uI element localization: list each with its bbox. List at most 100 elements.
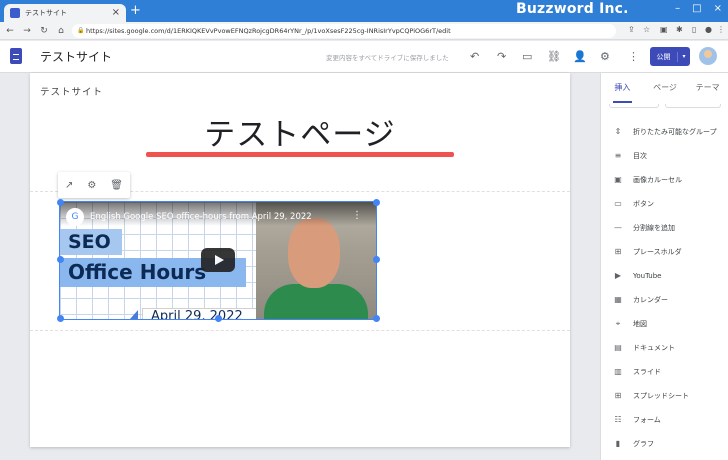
page-title[interactable]: テストページ xyxy=(30,109,570,154)
insert-item[interactable]: ▶ YouTube xyxy=(601,264,728,288)
minimize-button[interactable]: – xyxy=(675,3,680,14)
undo-icon[interactable]: ↶ xyxy=(470,50,479,63)
resize-handle-bm[interactable] xyxy=(215,315,222,322)
publish-label: 公開 xyxy=(650,51,678,62)
insert-item-label: 折りたたみ可能なグループ xyxy=(633,128,717,136)
insert-item-label: YouTube xyxy=(633,272,662,280)
insert-item-label: カレンダー xyxy=(633,296,668,304)
side-panel: 挿入 ページ テーマ ⇕ 折りたたみ可能なグループ ≡ 目次 ▣ 画像カルーセル ▭ ボタン —… xyxy=(600,73,728,460)
tab-close-icon[interactable]: × xyxy=(112,7,120,18)
forward-button[interactable]: → xyxy=(20,26,34,36)
preview-icon[interactable]: ▭ xyxy=(522,50,532,63)
puzzle-icon[interactable]: ✱ xyxy=(676,25,683,34)
site-title[interactable]: テストサイト xyxy=(40,48,112,65)
url-bar[interactable]: 🔒 https://sites.google.com/d/1ERKIQKEVvP… xyxy=(72,24,616,38)
video-title[interactable]: English Google SEO office-hours from Apr… xyxy=(90,212,312,222)
tab-themes[interactable]: テーマ xyxy=(686,73,728,103)
close-window-button[interactable]: × xyxy=(714,3,722,14)
more-icon[interactable]: ⋮ xyxy=(628,50,639,63)
resize-handle-tl[interactable] xyxy=(57,199,64,206)
insert-item-label: スライド xyxy=(633,368,661,376)
resize-handle-tr[interactable] xyxy=(373,199,380,206)
scrolled-card-edge xyxy=(665,104,721,108)
save-status: 変更内容をすべてドライブに保存しました xyxy=(326,54,449,62)
insert-item[interactable]: ⊞ スプレッドシート xyxy=(601,384,728,408)
insert-item[interactable]: ⇕ 折りたたみ可能なグループ xyxy=(601,120,728,144)
redo-icon[interactable]: ↷ xyxy=(497,50,506,63)
browser-menu-icon[interactable]: ⋮ xyxy=(717,25,725,34)
insert-item[interactable]: ▦ カレンダー xyxy=(601,288,728,312)
insert-item[interactable]: ⌖ 地図 xyxy=(601,312,728,336)
insert-item-label: ドキュメント xyxy=(633,344,675,352)
youtube-icon: ▶ xyxy=(614,271,622,280)
new-tab-button[interactable]: + xyxy=(130,3,141,18)
share-icon[interactable]: ⇪ xyxy=(628,25,635,34)
insert-item[interactable]: ▮ グラフ xyxy=(601,432,728,456)
title-underline xyxy=(146,152,454,157)
presenter-shirt xyxy=(264,284,368,319)
gear-icon[interactable]: ⚙ xyxy=(87,180,96,191)
tab-title: テストサイト xyxy=(25,9,67,17)
presenter-face xyxy=(288,218,340,288)
sites-logo-icon[interactable] xyxy=(10,48,22,64)
url-text: https://sites.google.com/d/1ERKIQKEVvPvo… xyxy=(86,27,451,35)
extension-icon[interactable]: ▣ xyxy=(660,25,668,34)
insert-item[interactable]: ▣ 画像カルーセル xyxy=(601,168,728,192)
play-button-icon[interactable] xyxy=(201,248,235,272)
map-icon: ⌖ xyxy=(615,319,621,328)
insert-item-label: スプレッドシート xyxy=(633,392,689,400)
share-user-icon[interactable]: 👤 xyxy=(573,50,587,63)
sidepanel-icon[interactable]: ▯ xyxy=(692,25,696,34)
slides-icon: ▥ xyxy=(614,367,622,376)
maximize-button[interactable]: □ xyxy=(692,3,701,14)
resize-handle-ml[interactable] xyxy=(57,256,64,263)
channel-avatar-icon[interactable]: G xyxy=(66,208,84,226)
embed-toolbar: ↗ ⚙ 🗑 xyxy=(58,172,130,198)
insert-item-label: 画像カルーセル xyxy=(633,176,682,184)
address-toolbar: ← → ↻ ⌂ 🔒 https://sites.google.com/d/1ER… xyxy=(0,22,728,40)
site-nav-title[interactable]: テストサイト xyxy=(40,84,103,98)
sites-favicon-icon xyxy=(10,8,20,18)
reload-button[interactable]: ↻ xyxy=(37,26,51,36)
forms-icon: ☷ xyxy=(614,415,622,424)
docs-icon: ▤ xyxy=(614,343,622,352)
back-button[interactable]: ← xyxy=(3,26,17,36)
open-link-icon[interactable]: ↗ xyxy=(65,180,73,191)
home-button[interactable]: ⌂ xyxy=(54,26,68,36)
insert-item[interactable]: ☷ フォーム xyxy=(601,408,728,432)
brand-watermark: Buzzword Inc. xyxy=(516,1,629,17)
sheets-icon: ⊞ xyxy=(614,391,622,400)
resize-handle-br[interactable] xyxy=(373,315,380,322)
insert-item[interactable]: ≡ 目次 xyxy=(601,144,728,168)
insert-item-label: ボタン xyxy=(633,200,654,208)
chevron-down-icon[interactable]: ▾ xyxy=(678,53,690,60)
insert-item-label: フォーム xyxy=(633,416,661,424)
panel-tabs: 挿入 ページ テーマ xyxy=(601,73,728,103)
insert-item[interactable]: ▤ ドキュメント xyxy=(601,336,728,360)
browser-tab[interactable]: テストサイト × xyxy=(4,4,126,22)
publish-button[interactable]: 公開 ▾ xyxy=(650,47,690,66)
profile-icon[interactable]: ● xyxy=(705,25,712,34)
link-icon[interactable]: ⛓ xyxy=(547,50,561,63)
avatar[interactable] xyxy=(699,47,717,65)
insert-item-label: 目次 xyxy=(633,152,647,160)
insert-item[interactable]: ▭ ボタン xyxy=(601,192,728,216)
insert-item[interactable]: ▥ スライド xyxy=(601,360,728,384)
chart-icon: ▮ xyxy=(615,439,621,448)
insert-item[interactable]: — 分割線を追加 xyxy=(601,216,728,240)
insert-item[interactable]: ⊞ プレースホルダ xyxy=(601,240,728,264)
delete-icon[interactable]: 🗑 xyxy=(110,180,123,191)
video-menu-icon[interactable]: ⋮ xyxy=(352,210,362,221)
resize-handle-mr[interactable] xyxy=(373,256,380,263)
settings-icon[interactable]: ⚙ xyxy=(600,50,610,63)
tab-insert[interactable]: 挿入 xyxy=(601,73,644,103)
calendar-icon: ▦ xyxy=(614,295,622,304)
youtube-embed[interactable]: SEO Office Hours April 29, 2022 G Englis… xyxy=(59,201,377,320)
editor-header: テストサイト 変更内容をすべてドライブに保存しました ↶ ↷ ▭ ⛓ 👤 ⚙ ⋮… xyxy=(0,41,728,73)
star-icon[interactable]: ☆ xyxy=(643,25,650,34)
insert-list: ⇕ 折りたたみ可能なグループ ≡ 目次 ▣ 画像カルーセル ▭ ボタン — 分割線を追加 ⊞ プレース… xyxy=(601,120,728,456)
resize-handle-bl[interactable] xyxy=(57,315,64,322)
button-icon: ▭ xyxy=(614,199,622,208)
tab-pages[interactable]: ページ xyxy=(644,73,687,103)
collapse-icon: ⇕ xyxy=(614,127,622,136)
